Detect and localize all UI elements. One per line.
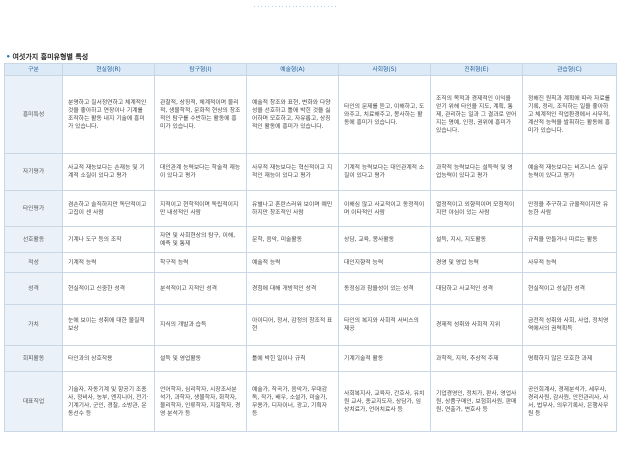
table-cell: 관찰적, 상징적, 체계적이며 물리적, 생물학적, 문화적 현상의 창조적인 … bbox=[154, 75, 247, 154]
table-row: 자기평가 사교적 재능보다는 손재능 및 기계적 소질이 있다고 평가 대인관계… bbox=[4, 153, 617, 191]
table-row: 가치 눈에 보이는 성취에 대한 물질적 보상 지식의 개발과 습득 아이디어,… bbox=[4, 304, 617, 346]
row-label: 회피활동 bbox=[4, 345, 63, 372]
table-cell: 과학적 능력보다는 설득력 및 영업능력이 있다고 평가 bbox=[430, 153, 523, 191]
table-row: 대표직업 기술자, 자동기계 및 항공기 조종사, 정비사, 농부, 엔지니어,… bbox=[4, 371, 617, 432]
table-cell: 안정을 추구하고 규율적이지만 유능한 사람 bbox=[522, 190, 617, 227]
row-label: 성격 bbox=[4, 272, 63, 305]
table-cell: 예술가, 작곡가, 음악가, 무대감독, 작가, 배우, 소설가, 미술가, 무… bbox=[246, 371, 339, 432]
row-label: 타인평가 bbox=[4, 190, 63, 227]
table-cell: 사교적 재능보다는 손재능 및 기계적 소질이 있다고 평가 bbox=[62, 153, 155, 191]
table-cell: 기술자, 자동기계 및 항공기 조종사, 정비사, 농부, 엔지니어, 전기·기… bbox=[62, 371, 155, 432]
table-cell: 금전적 성취와 사회, 사업, 정치영역에서의 권력획득 bbox=[522, 304, 617, 346]
table-cell: 눈에 보이는 성취에 대한 물질적 보상 bbox=[62, 304, 155, 346]
table-row: 선호활동 기계나 도구 등의 조작 자연 및 사회현상의 탐구, 이해, 예측 … bbox=[4, 226, 617, 253]
table-cell: 예술적 창조와 표현, 변화와 다양성을 선호하고 틀에 박힌 것을 싫어하며 … bbox=[246, 75, 339, 154]
table-cell: 상담, 교육, 봉사활동 bbox=[338, 226, 431, 253]
table-cell: 아이디어, 정서, 감정의 창조적 표현 bbox=[246, 304, 339, 346]
table-cell: 유별나고 혼란스러워 보이며 예민하지만 창조적인 사람 bbox=[246, 190, 339, 227]
table-cell: 설득 및 영업활동 bbox=[154, 345, 247, 372]
table-cell: 경험에 대해 개방적인 성격 bbox=[246, 272, 339, 305]
table-cell: 동정심과 참을성이 있는 성격 bbox=[338, 272, 431, 305]
table-row: 흥미특성 분명하고 질서정연하고 체계적인 것을 좋아하고 연장이나 기계를 조… bbox=[4, 75, 617, 154]
row-label: 자기평가 bbox=[4, 153, 63, 191]
table-cell: 현실적이고 신중한 성격 bbox=[62, 272, 155, 305]
header-investigative: 탐구형(I) bbox=[154, 63, 247, 76]
section-title-text: 여섯가지 흥미유형별 특성 bbox=[12, 53, 89, 61]
table-cell: 지적이고 현학적이며 독립적이지만 내성적인 사람 bbox=[154, 190, 247, 227]
table-cell: 열정적이고 외향적이며 모험적이지만 야심이 있는 사람 bbox=[430, 190, 523, 227]
table-cell: 정해진 원칙과 계획에 따라 자료를 기록, 정리, 조직하는 일을 좋아하고 … bbox=[522, 75, 617, 154]
table-cell: 예술적 재능보다는 비즈니스 실무능력이 있다고 평가 bbox=[522, 153, 617, 191]
table-cell: 설득, 지시, 지도활동 bbox=[430, 226, 523, 253]
table-cell: 조직의 목적과 경제적인 이익을 얻기 위해 타인을 지도, 계획, 통제, 관… bbox=[430, 75, 523, 154]
table-cell: 자연 및 사회현상의 탐구, 이해, 예측 및 통제 bbox=[154, 226, 247, 253]
table-row: 회피활동 타인과의 상호작용 설득 및 영업활동 틀에 박힌 일이나 규칙 기계… bbox=[4, 345, 617, 372]
table-cell: 규칙을 만들거나 따르는 활동 bbox=[522, 226, 617, 253]
table-cell: 현실적이고 성실한 성격 bbox=[522, 272, 617, 305]
table-cell: 타인의 복지와 사회적 서비스의 제공 bbox=[338, 304, 431, 346]
row-label: 선호활동 bbox=[4, 226, 63, 253]
table-cell: 기업경영인, 정치가, 판사, 영업사원, 상품구매인, 보험회사원, 판매원,… bbox=[430, 371, 523, 432]
interest-type-table: 구분 현실형(R) 탐구형(I) 예술형(A) 사회형(S) 진취형(E) 관습… bbox=[4, 63, 617, 432]
header-artistic: 예술형(A) bbox=[246, 63, 339, 76]
table-cell: 이해심 많고 사교적이고 동정적이며 이타적인 사람 bbox=[338, 190, 431, 227]
table-cell: 예술적 능력 bbox=[246, 252, 339, 273]
table-cell: 공인회계사, 경제분석가, 세무사, 경리사원, 감사원, 안전관리사, 사서,… bbox=[522, 371, 617, 432]
header-conventional: 관습형(C) bbox=[522, 63, 617, 76]
table-row: 성격 현실적이고 신중한 성격 분석적이고 지적인 성격 경험에 대해 개방적인… bbox=[4, 272, 617, 305]
table-cell: 문학, 음악, 미술활동 bbox=[246, 226, 339, 253]
header-social: 사회형(S) bbox=[338, 63, 431, 76]
table-cell: 사무적 재능보다는 혁신적이고 지적인 재능이 있다고 평가 bbox=[246, 153, 339, 191]
row-label: 가치 bbox=[4, 304, 63, 346]
table-cell: 대담하고 사교적인 성격 bbox=[430, 272, 523, 305]
table-cell: 명확하지 않은 모호한 과제 bbox=[522, 345, 617, 372]
row-label: 흥미특성 bbox=[4, 75, 63, 154]
table-cell: 기계적 능력보다는 대인관계적 소질이 있다고 평가 bbox=[338, 153, 431, 191]
section-title: • 여섯가지 흥미유형별 특성 bbox=[6, 52, 88, 62]
top-text: · · · · · · · · · · · · · · · · · · · · … bbox=[253, 4, 337, 10]
document-page: · · · · · · · · · · · · · · · · · · · · … bbox=[0, 0, 620, 457]
table-cell: 학구적 능력 bbox=[154, 252, 247, 273]
header-enterprising: 진취형(E) bbox=[430, 63, 523, 76]
table-cell: 과학적, 지적, 추상적 주제 bbox=[430, 345, 523, 372]
table-cell: 타인과의 상호작용 bbox=[62, 345, 155, 372]
table-cell: 대인지향적 능력 bbox=[338, 252, 431, 273]
table-row: 적성 기계적 능력 학구적 능력 예술적 능력 대인지향적 능력 경영 및 영업… bbox=[4, 252, 617, 273]
table-cell: 사무적 능력 bbox=[522, 252, 617, 273]
table-cell: 기계적 능력 bbox=[62, 252, 155, 273]
table-cell: 대인관계 능력보다는 학술적 재능이 있다고 평가 bbox=[154, 153, 247, 191]
table-cell: 언어학자, 심리학자, 시장조사분석가, 과학자, 생물학자, 화학자, 물리학… bbox=[154, 371, 247, 432]
table-cell: 사회복지사, 교육자, 간호사, 유치원 교사, 종교지도자, 상담가, 임상치… bbox=[338, 371, 431, 432]
table-cell: 기계기술적 활동 bbox=[338, 345, 431, 372]
row-label: 적성 bbox=[4, 252, 63, 273]
table-cell: 분석적이고 지적인 성격 bbox=[154, 272, 247, 305]
header-realistic: 현실형(R) bbox=[62, 63, 155, 76]
header-category: 구분 bbox=[4, 63, 63, 76]
table-cell: 경영 및 영업 능력 bbox=[430, 252, 523, 273]
bullet-icon: • bbox=[6, 53, 11, 61]
table-cell: 지식의 개발과 습득 bbox=[154, 304, 247, 346]
table-cell: 틀에 박힌 일이나 규칙 bbox=[246, 345, 339, 372]
table-cell: 분명하고 질서정연하고 체계적인 것을 좋아하고 연장이나 기계를 조작하는 활… bbox=[62, 75, 155, 154]
table-cell: 타인의 문제를 듣고, 이해하고, 도와주고, 치료해주고, 봉사하는 활동에 … bbox=[338, 75, 431, 154]
table-cell: 경제적 성취와 사회적 지위 bbox=[430, 304, 523, 346]
table-header-row: 구분 현실형(R) 탐구형(I) 예술형(A) 사회형(S) 진취형(E) 관습… bbox=[4, 63, 617, 76]
table-cell: 겸손하고 솔직하지만 독단적이고 고집이 센 사람 bbox=[62, 190, 155, 227]
row-label: 대표직업 bbox=[4, 371, 63, 432]
table-cell: 기계나 도구 등의 조작 bbox=[62, 226, 155, 253]
table-row: 타인평가 겸손하고 솔직하지만 독단적이고 고집이 센 사람 지적이고 현학적이… bbox=[4, 190, 617, 227]
